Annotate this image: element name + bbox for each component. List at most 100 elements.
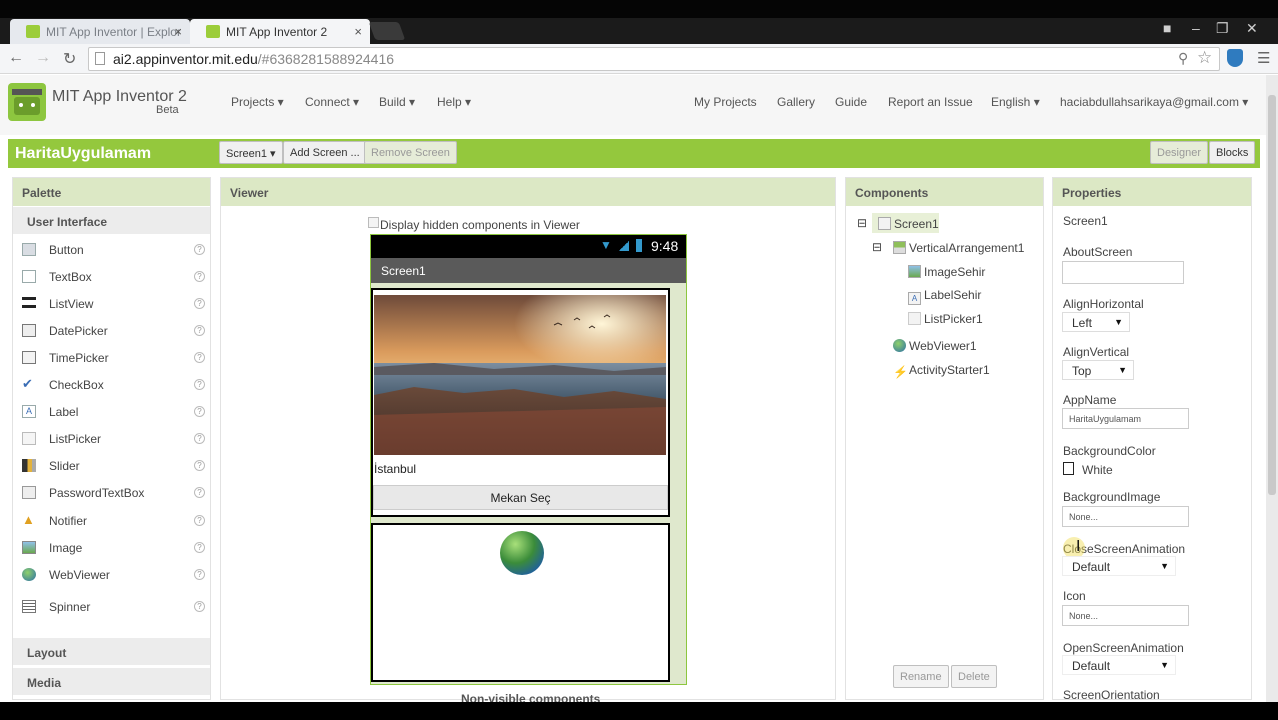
palette-item-passwordtextbox[interactable]: PasswordTextBox?: [13, 479, 209, 506]
menu-connect[interactable]: Connect ▾: [305, 95, 359, 109]
listpicker-icon: [22, 432, 36, 445]
shield-extension-icon[interactable]: [1227, 49, 1243, 67]
tree-item-verticalarrangement1[interactable]: VerticalArrangement1: [893, 241, 1024, 255]
background-image-input[interactable]: None...: [1062, 506, 1189, 527]
link-my-projects[interactable]: My Projects: [694, 95, 757, 109]
about-screen-textarea[interactable]: [1062, 261, 1184, 284]
palette-item-label[interactable]: A Label?: [13, 398, 209, 425]
minimize-icon[interactable]: –: [1192, 20, 1200, 36]
palette-item-checkbox[interactable]: ✔ CheckBox?: [13, 371, 209, 398]
palette-section-media[interactable]: Media: [13, 668, 210, 695]
app-name-input[interactable]: HaritaUygulamam: [1062, 408, 1189, 429]
new-tab-button[interactable]: [368, 22, 406, 40]
help-icon[interactable]: ?: [194, 325, 205, 336]
palette-item-button[interactable]: Button?: [13, 236, 209, 263]
tree-item-webviewer1[interactable]: WebViewer1: [893, 339, 977, 353]
tree-item-screen1[interactable]: Screen1: [872, 213, 939, 233]
palette-item-spinner[interactable]: Spinner?: [13, 593, 209, 620]
istanbul-photo[interactable]: [374, 295, 666, 455]
bookmark-star-icon[interactable]: ☆: [1197, 48, 1212, 68]
palette-item-datepicker[interactable]: DatePicker?: [13, 317, 209, 344]
help-icon[interactable]: ?: [194, 601, 205, 612]
help-icon[interactable]: ?: [194, 433, 205, 444]
menu-projects[interactable]: Projects ▾: [231, 95, 284, 109]
palette-item-slider[interactable]: Slider?: [13, 452, 209, 479]
menu-build[interactable]: Build ▾: [379, 95, 415, 109]
tree-item-listpicker1[interactable]: ListPicker1: [908, 312, 983, 326]
help-icon[interactable]: ?: [194, 244, 205, 255]
tree-item-activitystarter1[interactable]: ⚡ActivityStarter1: [893, 363, 990, 379]
close-tab-icon[interactable]: ×: [174, 24, 182, 39]
palette-item-image[interactable]: Image?: [13, 534, 209, 561]
tree-item-labelsehir[interactable]: A LabelSehir: [908, 288, 981, 305]
help-icon[interactable]: ?: [194, 406, 205, 417]
menu-account[interactable]: haciabdullahsarikaya@gmail.com ▾: [1060, 95, 1248, 109]
scrollbar-thumb[interactable]: [1268, 95, 1276, 495]
close-screen-animation-select[interactable]: Default ▼: [1062, 556, 1176, 576]
reload-icon[interactable]: ↻: [63, 49, 76, 69]
wifi-icon: ▼: [600, 238, 612, 252]
help-icon[interactable]: ?: [194, 487, 205, 498]
rename-button[interactable]: Rename: [893, 665, 949, 688]
link-gallery[interactable]: Gallery: [777, 95, 815, 109]
help-icon[interactable]: ?: [194, 460, 205, 471]
tab-app-inventor[interactable]: MIT App Inventor 2 ×: [190, 19, 370, 44]
tree-item-imagesehir[interactable]: ImageSehir: [908, 265, 985, 279]
app-inventor-logo[interactable]: [8, 83, 46, 121]
add-screen-button[interactable]: Add Screen ...: [283, 141, 367, 164]
palette-item-listview[interactable]: ListView?: [13, 290, 209, 317]
user-profile-icon[interactable]: ■: [1163, 20, 1171, 36]
page-icon: [95, 52, 105, 65]
open-screen-animation-select[interactable]: Default ▼: [1062, 655, 1176, 675]
hidden-components-label: Display hidden components in Viewer: [380, 218, 580, 232]
background-color-value[interactable]: White: [1082, 463, 1113, 477]
help-icon[interactable]: ?: [194, 515, 205, 526]
link-report-issue[interactable]: Report an Issue: [888, 95, 973, 109]
screen-top-edge: [0, 0, 1278, 18]
palette-item-listpicker[interactable]: ListPicker?: [13, 425, 209, 452]
designer-button[interactable]: Designer: [1150, 141, 1209, 164]
globe-icon: [500, 531, 544, 575]
palette-item-notifier[interactable]: ▲ Notifier?: [13, 507, 209, 534]
align-vertical-select[interactable]: Top ▼: [1062, 360, 1134, 380]
close-tab-icon[interactable]: ×: [354, 24, 362, 39]
palette-item-textbox[interactable]: TextBox?: [13, 263, 209, 290]
close-window-icon[interactable]: ✕: [1246, 20, 1258, 37]
align-horizontal-select[interactable]: Left ▼: [1062, 312, 1130, 332]
restore-icon[interactable]: ❐: [1216, 20, 1229, 37]
back-icon[interactable]: ←: [8, 49, 24, 67]
color-swatch[interactable]: [1063, 462, 1074, 475]
help-icon[interactable]: ?: [194, 542, 205, 553]
properties-title: Properties: [1053, 178, 1251, 206]
key-icon[interactable]: ⚲: [1178, 50, 1188, 67]
forward-icon[interactable]: →: [35, 49, 51, 67]
palette-item-timepicker[interactable]: TimePicker?: [13, 344, 209, 371]
menu-language[interactable]: English ▾: [991, 95, 1040, 109]
help-icon[interactable]: ?: [194, 298, 205, 309]
help-icon[interactable]: ?: [194, 271, 205, 282]
tab-explore[interactable]: MIT App Inventor | Explor ×: [10, 19, 190, 44]
help-icon[interactable]: ?: [194, 379, 205, 390]
delete-button[interactable]: Delete: [951, 665, 997, 688]
menu-icon[interactable]: ☰: [1257, 49, 1270, 67]
image-icon: [908, 265, 921, 278]
blocks-button[interactable]: Blocks: [1209, 141, 1256, 164]
icon-label: Icon: [1063, 589, 1086, 603]
collapse-icon[interactable]: ⊟: [857, 216, 867, 230]
mekan-sec-button[interactable]: Mekan Seç: [373, 485, 668, 510]
screen-select[interactable]: Screen1 ▾: [219, 141, 283, 164]
help-icon[interactable]: ?: [194, 569, 205, 580]
icon-input[interactable]: None...: [1062, 605, 1189, 626]
palette-section-user-interface[interactable]: User Interface: [13, 207, 210, 234]
address-bar[interactable]: ai2.appinventor.mit.edu/#636828158892441…: [88, 47, 1220, 71]
phone-screen-title: Screen1: [371, 258, 686, 283]
link-guide[interactable]: Guide: [835, 95, 867, 109]
help-icon[interactable]: ?: [194, 352, 205, 363]
hidden-components-checkbox[interactable]: [368, 217, 379, 228]
remove-screen-button[interactable]: Remove Screen: [364, 141, 457, 164]
palette-item-webviewer[interactable]: WebViewer?: [13, 561, 209, 588]
palette-section-layout[interactable]: Layout: [13, 638, 210, 665]
collapse-icon[interactable]: ⊟: [872, 240, 882, 254]
webviewer-preview[interactable]: [371, 523, 670, 682]
menu-help[interactable]: Help ▾: [437, 95, 471, 109]
